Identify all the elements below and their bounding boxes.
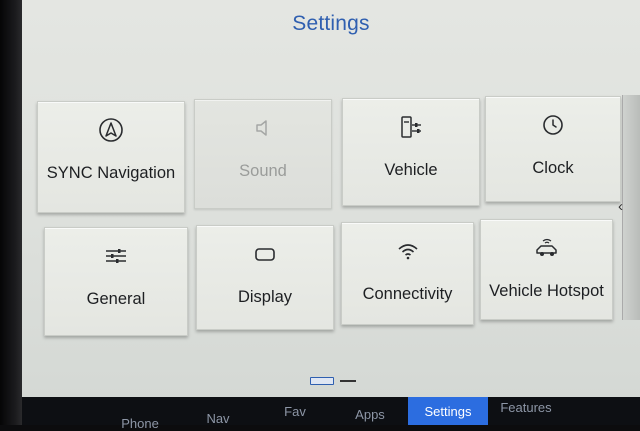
nav-fav[interactable]: Fav <box>258 397 332 425</box>
tile-label: Vehicle <box>384 161 438 179</box>
tile-clock[interactable]: Clock <box>485 96 621 202</box>
tile-general[interactable]: General <box>44 227 188 336</box>
tile-connectivity[interactable]: Connectivity <box>341 222 474 325</box>
chevron-left-icon[interactable]: ‹ <box>618 198 623 215</box>
tile-label: General <box>86 290 146 308</box>
navigation-arrow-icon <box>98 114 124 146</box>
tile-label: Sound <box>239 162 287 180</box>
screen-bezel <box>0 0 22 425</box>
tile-sound[interactable]: Sound <box>194 99 332 209</box>
wifi-icon <box>395 235 421 267</box>
speaker-icon <box>250 112 276 144</box>
tile-label: Display <box>237 288 293 306</box>
tile-label: SYNC Navigation <box>46 164 176 182</box>
next-page-edge[interactable] <box>622 95 640 320</box>
sliders-icon <box>103 240 129 272</box>
tile-vehicle-hotspot[interactable]: Vehicle Hotspot <box>480 219 613 320</box>
page-title: Settings <box>292 12 370 35</box>
clock-icon <box>540 109 566 141</box>
tile-sync-navigation[interactable]: SYNC Navigation <box>37 101 185 213</box>
bottom-nav-bar: Phone Nav Fav Apps Settings Features <box>22 397 640 431</box>
tile-label: Clock <box>532 159 574 177</box>
nav-nav[interactable]: Nav <box>178 397 258 426</box>
vehicle-settings-icon <box>398 111 424 143</box>
page-indicator <box>310 377 356 385</box>
nav-apps[interactable]: Apps <box>332 397 408 425</box>
tile-label: Connectivity <box>362 285 453 303</box>
car-hotspot-icon <box>534 232 560 264</box>
page-dot-active[interactable] <box>310 377 334 385</box>
page-dot[interactable] <box>340 380 356 382</box>
nav-settings[interactable]: Settings <box>408 397 488 425</box>
tile-vehicle[interactable]: Vehicle <box>342 98 480 206</box>
nav-phone[interactable]: Phone <box>102 397 178 431</box>
tile-display[interactable]: Display <box>196 225 334 330</box>
tile-label: Vehicle Hotspot <box>489 282 604 300</box>
nav-features[interactable]: Features <box>488 397 564 425</box>
display-icon <box>252 238 278 270</box>
settings-screen: Settings SYNC Navigation Sound Vehicle C… <box>22 0 640 405</box>
